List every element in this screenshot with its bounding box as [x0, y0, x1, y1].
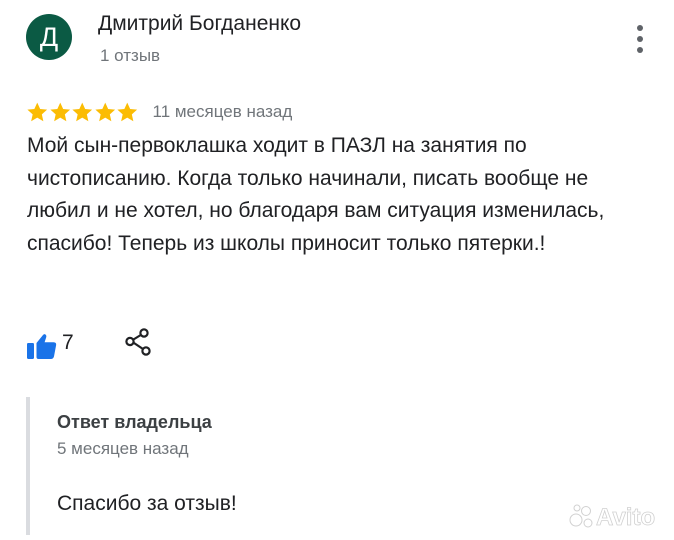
menu-dot — [637, 47, 643, 53]
star-icon — [117, 102, 138, 122]
like-count: 7 — [62, 331, 74, 354]
avatar[interactable]: Д — [26, 14, 72, 60]
reviewer-name[interactable]: Дмитрий Богданенко — [98, 12, 301, 36]
menu-dot — [637, 25, 643, 31]
owner-reply-title: Ответ владельца — [57, 412, 212, 432]
more-vert-icon[interactable] — [626, 22, 654, 56]
share-icon[interactable] — [124, 327, 152, 357]
star-icon — [27, 102, 48, 122]
menu-dot — [637, 36, 643, 42]
star-icon — [94, 102, 115, 122]
owner-reply-divider — [26, 397, 30, 535]
review-date: 11 месяцев назад — [152, 102, 293, 121]
avito-logo-icon: Avito — [569, 504, 656, 531]
rating-row: 11 месяцев назад — [26, 100, 292, 124]
star-rating — [26, 101, 139, 123]
star-icon — [72, 102, 93, 122]
watermark-text: Avito — [596, 504, 655, 531]
review-text: Мой сын-первоклашка ходит в ПАЗЛ на заня… — [27, 134, 605, 255]
owner-reply-date: 5 месяцев назад — [57, 439, 189, 458]
thumbs-up-icon[interactable] — [27, 332, 57, 360]
owner-reply-text: Спасибо за отзыв! — [57, 492, 237, 515]
review-count: 1 отзыв — [100, 46, 161, 65]
star-icon — [49, 102, 70, 122]
